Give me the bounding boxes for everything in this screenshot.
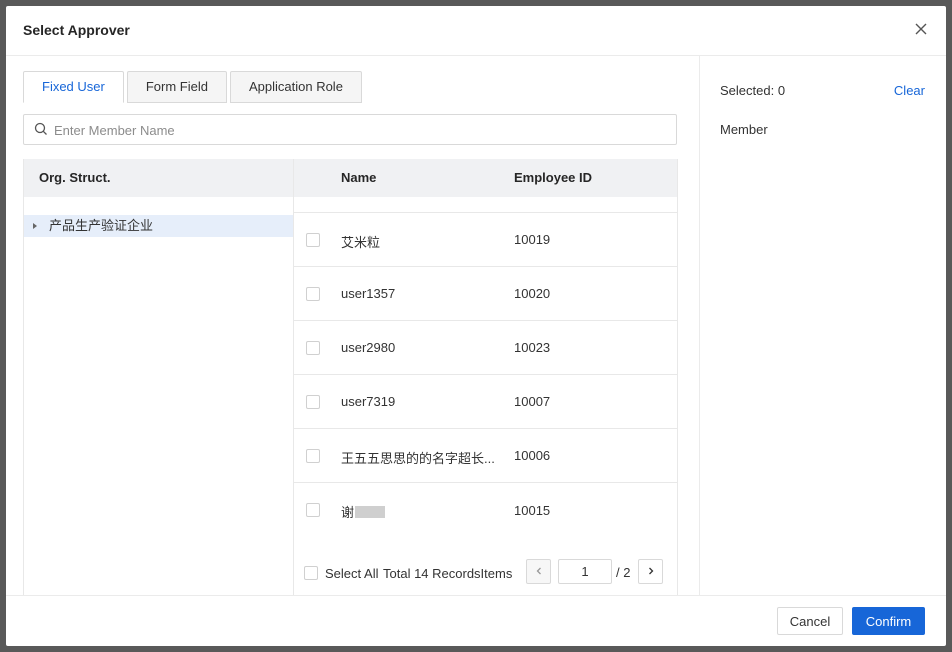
redacted-text <box>355 506 386 518</box>
tab-form-field[interactable]: Form Field <box>126 71 227 103</box>
prev-page-button[interactable] <box>526 559 551 584</box>
member-employee-id: 10006 <box>514 448 551 463</box>
source-tabs: Fixed User Form Field Application Role <box>23 71 365 103</box>
table-row[interactable]: user7319 10007 <box>294 375 677 429</box>
org-structure-panel: Org. Struct. 产品生产验证企业 <box>23 159 294 595</box>
close-icon[interactable] <box>912 20 930 38</box>
member-name-cell: 谢 <box>341 502 386 521</box>
member-employee-id: 10015 <box>514 503 551 518</box>
next-page-button[interactable] <box>638 559 663 584</box>
row-checkbox[interactable] <box>306 287 320 301</box>
column-header-name: Name <box>341 170 377 185</box>
member-name: 王五五思思的的名字超长... <box>341 451 495 466</box>
row-checkbox[interactable] <box>306 233 320 247</box>
row-checkbox[interactable] <box>306 341 320 355</box>
search-box <box>23 114 677 146</box>
member-employee-id: 10007 <box>514 394 551 409</box>
org-tree-node[interactable]: 产品生产验证企业 <box>24 215 294 237</box>
member-name: 谢 <box>341 505 355 520</box>
tab-application-role[interactable]: Application Role <box>229 71 362 103</box>
cancel-button[interactable]: Cancel <box>777 607 843 635</box>
table-row[interactable]: 艾米粒 10019 <box>294 213 677 267</box>
select-approver-dialog: Select Approver Fixed User Form Field Ap… <box>6 6 946 646</box>
dialog-footer: Cancel Confirm <box>6 595 946 646</box>
row-checkbox[interactable] <box>306 449 320 463</box>
org-tree-node-label: 产品生产验证企业 <box>49 218 154 233</box>
dialog-header: Select Approver <box>6 6 946 56</box>
clear-selection-link[interactable]: Clear <box>894 83 925 98</box>
table-row[interactable]: 谢 10015 <box>294 483 677 545</box>
member-name: user7319 <box>341 394 396 409</box>
org-structure-header: Org. Struct. <box>24 159 294 197</box>
selected-members-pane: Selected: 0 Clear Member <box>700 56 946 595</box>
member-employee-id: 10023 <box>514 340 551 355</box>
member-picker-pane: Fixed User Form Field Application Role O… <box>6 56 700 595</box>
dialog-title: Select Approver <box>23 22 130 38</box>
table-row[interactable]: user1357 10020 <box>294 267 677 321</box>
select-all-checkbox[interactable] <box>304 566 318 580</box>
member-table: Name Employee ID 艾米粒 10019 user1357 1002… <box>293 159 678 595</box>
member-section-label: Member <box>720 122 768 137</box>
caret-right-icon[interactable] <box>33 223 37 229</box>
member-name: 艾米粒 <box>341 235 381 250</box>
search-icon <box>34 122 48 136</box>
chevron-left-icon <box>536 567 541 575</box>
table-row[interactable]: user2980 10023 <box>294 321 677 375</box>
column-header-employee-id: Employee ID <box>514 170 593 185</box>
table-scroll-edge <box>294 197 677 213</box>
table-row[interactable]: 王五五思思的的名字超长... 10006 <box>294 429 677 483</box>
chevron-right-icon <box>648 567 653 575</box>
total-records: Total 14 RecordsItems <box>383 566 513 581</box>
page-number-input[interactable]: 1 <box>558 559 612 584</box>
selected-count: Selected: 0 <box>720 83 786 98</box>
select-all-label[interactable]: Select All <box>325 566 378 581</box>
member-employee-id: 10019 <box>514 232 551 247</box>
tab-fixed-user[interactable]: Fixed User <box>23 71 124 103</box>
total-pages: / 2 <box>616 565 631 580</box>
table-header: Name Employee ID <box>294 159 677 197</box>
row-checkbox[interactable] <box>306 503 320 517</box>
member-search-input[interactable] <box>52 115 656 146</box>
member-name: user2980 <box>341 340 396 355</box>
member-employee-id: 10020 <box>514 286 551 301</box>
row-checkbox[interactable] <box>306 395 320 409</box>
confirm-button[interactable]: Confirm <box>852 607 925 635</box>
table-footer: Select All Total 14 RecordsItems 1 / 2 <box>294 550 677 595</box>
member-name: user1357 <box>341 286 396 301</box>
